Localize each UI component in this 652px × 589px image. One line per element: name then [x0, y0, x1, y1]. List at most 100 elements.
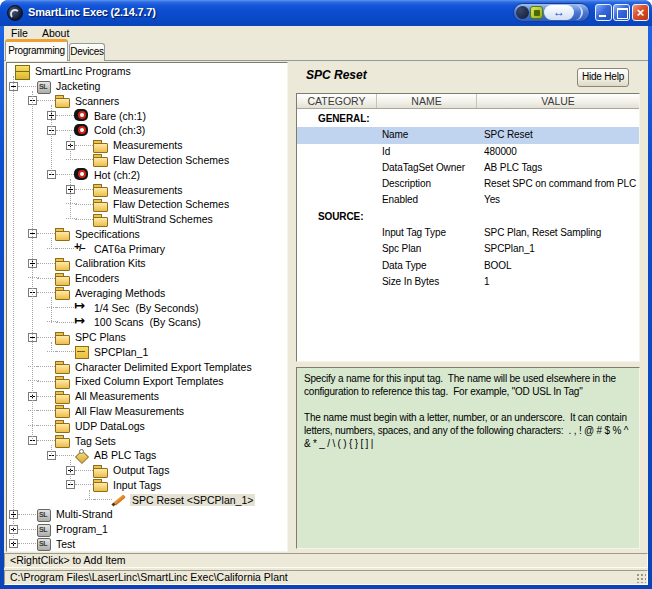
tree-connector	[37, 292, 55, 293]
property-row-description[interactable]: DescriptionReset SPC on command from PLC	[297, 176, 639, 192]
property-row-data-type[interactable]: Data TypeBOOL	[297, 258, 639, 274]
tree-item-multistrand-schemes[interactable]: MultiStrand Schemes	[7, 212, 287, 227]
tree-item-100-scans-by-scans[interactable]: 100 Scans (By Scans)	[7, 315, 287, 330]
program-icon	[36, 508, 51, 521]
tree-item-test[interactable]: Test	[7, 537, 287, 552]
status-path-text: C:\Program Files\LaserLinc\SmartLinc Exe…	[10, 571, 288, 583]
folder-icon	[55, 227, 70, 240]
tree-item-spc-plans[interactable]: SPC Plans	[7, 330, 287, 345]
close-button[interactable]	[632, 4, 649, 21]
tree-item-all-flaw-measurements[interactable]: All Flaw Measurements	[7, 404, 287, 419]
cell-category: SOURCE:	[297, 209, 377, 225]
tree-item-program-1[interactable]: Program_1	[7, 522, 287, 537]
tree-connector	[75, 484, 93, 485]
resize-grip[interactable]	[635, 572, 646, 583]
menu-about[interactable]: About	[40, 27, 71, 39]
tree-item-cat6a-primary[interactable]: CAT6a Primary	[7, 241, 287, 256]
tree-connector	[18, 543, 36, 544]
minimize-button[interactable]	[595, 4, 612, 21]
tree-item-cold-ch-3[interactable]: Cold (ch:3)	[7, 123, 287, 138]
tree-item-calibration-kits[interactable]: Calibration Kits	[7, 256, 287, 271]
property-row-general[interactable]: GENERAL:	[297, 111, 639, 127]
property-row-datatagset-owner[interactable]: DataTagSet OwnerAB PLC Tags	[297, 160, 639, 176]
tree-item-bare-ch-1[interactable]: Bare (ch:1)	[7, 108, 287, 123]
program-tree: SmartLinc ProgramsJacketingScannersBare …	[6, 62, 288, 552]
tree-item-specifications[interactable]: Specifications	[7, 226, 287, 241]
tab-devices[interactable]: Devices	[69, 43, 105, 61]
program-icon	[36, 523, 51, 536]
tree-connector	[56, 307, 74, 308]
tab-programming[interactable]: Programming	[5, 39, 68, 61]
tree-item-hot-ch-2[interactable]: Hot (ch:2)	[7, 167, 287, 182]
plan-icon	[74, 345, 89, 358]
tree-item-flaw-detection-schemes[interactable]: Flaw Detection Schemes	[7, 153, 287, 168]
menu-file[interactable]: File	[9, 27, 30, 39]
property-row-name[interactable]: NameSPC Reset	[297, 127, 639, 143]
folder-icon	[93, 464, 108, 477]
tree-label: Averaging Methods	[73, 287, 167, 299]
tree-item-encoders[interactable]: Encoders	[7, 271, 287, 286]
menu-bar: File About	[4, 26, 648, 40]
tree-connector-vertical	[51, 342, 52, 353]
program-icon	[36, 80, 51, 93]
maximize-button[interactable]	[613, 4, 630, 21]
tree-item-character-delimited-export-templates[interactable]: Character Delimited Export Templates	[7, 359, 287, 374]
folder-icon	[55, 375, 70, 388]
tree-item-output-tags[interactable]: Output Tags	[7, 463, 287, 478]
column-header-name[interactable]: NAME	[377, 94, 477, 108]
cell-category	[297, 241, 377, 257]
tree-item-spcplan-1[interactable]: SPCPlan_1	[7, 345, 287, 360]
tree-connector	[75, 204, 93, 205]
tree-item-input-tags[interactable]: Input Tags	[7, 477, 287, 492]
tree-item-flaw-detection-schemes[interactable]: Flaw Detection Schemes	[7, 197, 287, 212]
tree-item-averaging-methods[interactable]: Averaging Methods	[7, 285, 287, 300]
folder-icon	[55, 272, 70, 285]
property-row-size-in-bytes[interactable]: Size In Bytes1	[297, 274, 639, 290]
language-bar-green-icon[interactable]	[530, 6, 543, 19]
tree-item-scanners[interactable]: Scanners	[7, 94, 287, 109]
tree-connector	[56, 115, 74, 116]
language-bar-circle-icon[interactable]	[516, 6, 529, 19]
tree-item-1-4-sec-by-seconds[interactable]: 1/4 Sec (By Seconds)	[7, 300, 287, 315]
language-bar-arrows-icon[interactable]: ↔	[544, 5, 574, 20]
tree-connector	[56, 351, 74, 352]
tree-item-spc-reset-spcplan-1[interactable]: SPC Reset <SPCPlan_1>	[7, 492, 287, 507]
cell-name: Description	[377, 176, 477, 192]
title-bar[interactable]: SmartLinc Exec (2.14.7.7) ↔	[0, 0, 652, 26]
tree-item-tag-sets[interactable]: Tag Sets	[7, 433, 287, 448]
tag-icon	[74, 449, 89, 462]
cell-name	[377, 209, 477, 225]
folder-icon	[55, 286, 70, 299]
cell-name: Name	[377, 127, 477, 143]
property-row-input-tag-type[interactable]: Input Tag TypeSPC Plan, Reset Sampling	[297, 225, 639, 241]
cell-category	[297, 258, 377, 274]
cell-value: BOOL	[477, 258, 639, 274]
cell-name	[377, 111, 477, 127]
language-bar[interactable]: ↔	[513, 3, 590, 22]
property-row-source[interactable]: SOURCE:	[297, 209, 639, 225]
tree-label: Measurements	[111, 184, 184, 196]
tree-connector	[37, 410, 55, 411]
property-row-enabled[interactable]: EnabledYes	[297, 192, 639, 208]
tree-label: Output Tags	[111, 464, 171, 476]
tree-connector-vertical	[13, 76, 14, 545]
tree-item-fixed-column-export-templates[interactable]: Fixed Column Export Templates	[7, 374, 287, 389]
property-row-id[interactable]: Id480000	[297, 144, 639, 160]
tree-item-udp-datalogs[interactable]: UDP DataLogs	[7, 418, 287, 433]
hide-help-button[interactable]: Hide Help	[577, 68, 629, 87]
column-header-value[interactable]: VALUE	[477, 94, 639, 108]
cell-category	[297, 127, 377, 143]
tree-label: UDP DataLogs	[73, 420, 147, 432]
cell-category	[297, 144, 377, 160]
tree-item-ab-plc-tags[interactable]: AB PLC Tags	[7, 448, 287, 463]
tree-label: Scanners	[73, 95, 121, 107]
column-header-category[interactable]: CATEGORY	[297, 94, 377, 108]
tree-item-smartlinc-programs[interactable]: SmartLinc Programs	[7, 64, 287, 79]
property-row-spc-plan[interactable]: Spc PlanSPCPlan_1	[297, 241, 639, 257]
tree-item-multi-strand[interactable]: Multi-Strand	[7, 507, 287, 522]
tree-item-jacketing[interactable]: Jacketing	[7, 79, 287, 94]
tree-connector	[75, 159, 93, 160]
tree-item-all-measurements[interactable]: All Measurements	[7, 389, 287, 404]
tree-item-measurements[interactable]: Measurements	[7, 182, 287, 197]
tree-item-measurements[interactable]: Measurements	[7, 138, 287, 153]
